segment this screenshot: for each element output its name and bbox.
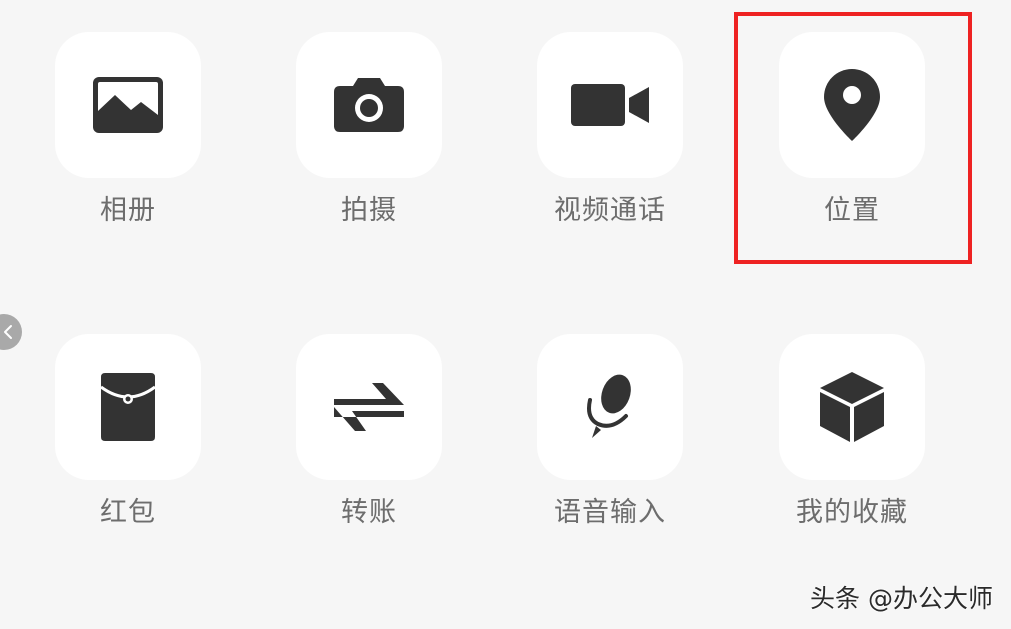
red-envelope-item[interactable]: 红包 <box>55 334 201 530</box>
location-item[interactable]: 位置 <box>779 32 925 228</box>
camera-label: 拍摄 <box>341 195 397 226</box>
microphone-icon <box>587 374 631 438</box>
voice-input-label: 语音输入 <box>554 497 666 528</box>
video-call-label: 视频通话 <box>554 195 666 226</box>
camera-icon <box>334 78 404 132</box>
watermark: 头条 @办公大师 <box>810 584 993 613</box>
location-tile[interactable] <box>779 32 925 178</box>
album-label: 相册 <box>100 195 156 226</box>
location-label: 位置 <box>824 195 880 226</box>
video-camera-icon <box>571 84 649 126</box>
favorites-item[interactable]: 我的收藏 <box>779 334 925 530</box>
transfer-tile[interactable] <box>296 334 442 480</box>
transfer-item[interactable]: 转账 <box>296 334 442 530</box>
favorites-cube-icon <box>820 372 884 442</box>
video-call-tile[interactable] <box>537 32 683 178</box>
favorites-label: 我的收藏 <box>796 497 908 528</box>
attachment-panel: 相册 拍摄 视频通话 位置 红包 转账 语音输入 我的收藏 <box>0 0 1011 629</box>
camera-tile[interactable] <box>296 32 442 178</box>
album-item[interactable]: 相册 <box>55 32 201 228</box>
red-envelope-label: 红包 <box>100 497 156 528</box>
transfer-label: 转账 <box>341 497 397 528</box>
chevron-left-icon <box>4 325 12 339</box>
favorites-tile[interactable] <box>779 334 925 480</box>
voice-input-item[interactable]: 语音输入 <box>537 334 683 530</box>
camera-item[interactable]: 拍摄 <box>296 32 442 228</box>
transfer-arrows-icon <box>334 383 404 431</box>
red-envelope-icon <box>101 373 155 441</box>
video-call-item[interactable]: 视频通话 <box>537 32 683 228</box>
red-envelope-tile[interactable] <box>55 334 201 480</box>
photo-album-icon <box>93 77 163 133</box>
voice-input-tile[interactable] <box>537 334 683 480</box>
location-pin-icon <box>824 69 880 141</box>
album-tile[interactable] <box>55 32 201 178</box>
